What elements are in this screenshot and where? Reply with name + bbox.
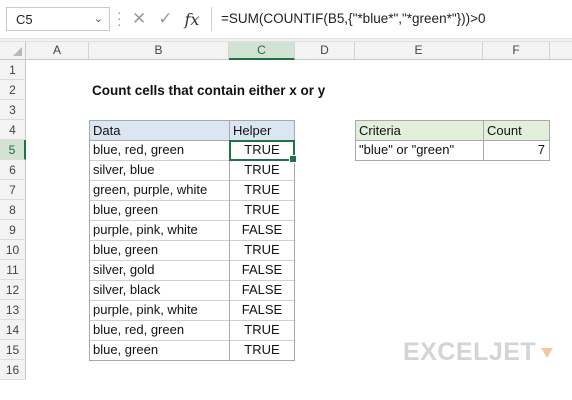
column-header-e[interactable]: E — [355, 42, 483, 60]
helper-cell[interactable]: FALSE — [229, 220, 295, 241]
helper-cell[interactable]: FALSE — [229, 300, 295, 321]
column-header-f[interactable]: F — [483, 42, 550, 60]
helper-cell[interactable]: TRUE — [229, 240, 295, 261]
row-header-11[interactable]: 11 — [0, 260, 26, 280]
formula-buttons: ✕ ✓ fx — [132, 8, 199, 30]
data-cell[interactable]: blue, green — [89, 340, 230, 361]
row-header-2[interactable]: 2 — [0, 80, 26, 100]
cancel-icon[interactable]: ✕ — [132, 9, 146, 29]
sheet-title[interactable]: Count cells that contain either x or y — [92, 81, 392, 101]
row-header-16[interactable]: 16 — [0, 360, 26, 380]
row-header-12[interactable]: 12 — [0, 280, 26, 300]
drag-handle-icon[interactable]: · · · — [117, 5, 122, 31]
data-cell[interactable]: blue, green — [89, 240, 230, 261]
table-header-helper[interactable]: Helper — [229, 120, 295, 141]
name-box-value: C5 — [16, 12, 33, 27]
helper-cell[interactable]: FALSE — [229, 260, 295, 281]
data-cell[interactable]: silver, blue — [89, 160, 230, 181]
table-header-data[interactable]: Data — [89, 120, 230, 141]
chevron-down-icon[interactable]: ⌄ — [94, 12, 103, 25]
row-header-3[interactable]: 3 — [0, 100, 26, 120]
data-cell[interactable]: blue, red, green — [89, 140, 230, 161]
row-header-9[interactable]: 9 — [0, 220, 26, 240]
confirm-icon[interactable]: ✓ — [158, 9, 172, 29]
active-cell-selection — [229, 140, 297, 163]
exceljet-logo: EXCELJET — [403, 338, 554, 367]
logo-mark-icon — [541, 347, 554, 358]
helper-cell[interactable]: TRUE — [229, 160, 295, 181]
row-header-6[interactable]: 6 — [0, 160, 26, 180]
column-header-b[interactable]: B — [89, 42, 229, 60]
helper-cell[interactable]: TRUE — [229, 340, 295, 361]
insert-function-icon[interactable]: fx — [185, 10, 200, 29]
count-cell[interactable]: 7 — [483, 140, 550, 161]
column-header-d[interactable]: D — [295, 42, 355, 60]
logo-wordmark: EXCELJET — [403, 338, 537, 366]
column-header-c[interactable]: C — [229, 42, 295, 60]
row-header-10[interactable]: 10 — [0, 240, 26, 260]
data-cell[interactable]: green, purple, white — [89, 180, 230, 201]
row-header-13[interactable]: 13 — [0, 300, 26, 320]
data-cell[interactable]: silver, black — [89, 280, 230, 301]
fill-handle[interactable] — [289, 155, 297, 163]
criteria-cell[interactable]: "blue" or "green" — [355, 140, 484, 161]
data-cell[interactable]: purple, pink, white — [89, 220, 230, 241]
row-header-15[interactable]: 15 — [0, 340, 26, 360]
helper-cell[interactable]: TRUE — [229, 180, 295, 201]
row-header-8[interactable]: 8 — [0, 200, 26, 220]
data-cell[interactable]: purple, pink, white — [89, 300, 230, 321]
row-header-1[interactable]: 1 — [0, 60, 26, 80]
row-header-14[interactable]: 14 — [0, 320, 26, 340]
row-header-7[interactable]: 7 — [0, 180, 26, 200]
column-header-a[interactable]: A — [26, 42, 89, 60]
formula-toolbar: C5 ⌄ · · · ✕ ✓ fx =SUM(COUNTIF(B5,{"*blue*… — [0, 0, 572, 38]
formula-text: =SUM(COUNTIF(B5,{"*blue*","*green*"}))>0 — [221, 11, 486, 26]
helper-cell[interactable]: TRUE — [229, 320, 295, 341]
data-cell[interactable]: blue, green — [89, 200, 230, 221]
data-cell[interactable]: silver, gold — [89, 260, 230, 281]
data-cell[interactable]: blue, red, green — [89, 320, 230, 341]
helper-cell[interactable]: TRUE — [229, 200, 295, 221]
row-header-4[interactable]: 4 — [0, 120, 26, 140]
select-all-button[interactable] — [0, 42, 26, 60]
count-header[interactable]: Count — [483, 120, 550, 141]
criteria-header[interactable]: Criteria — [355, 120, 484, 141]
row-header-5[interactable]: 5 — [0, 140, 26, 160]
formula-bar[interactable]: =SUM(COUNTIF(B5,{"*blue*","*green*"}))>0 — [211, 7, 572, 31]
name-box[interactable]: C5 ⌄ — [6, 7, 110, 31]
column-header-g[interactable] — [550, 42, 572, 60]
helper-cell[interactable]: FALSE — [229, 280, 295, 301]
